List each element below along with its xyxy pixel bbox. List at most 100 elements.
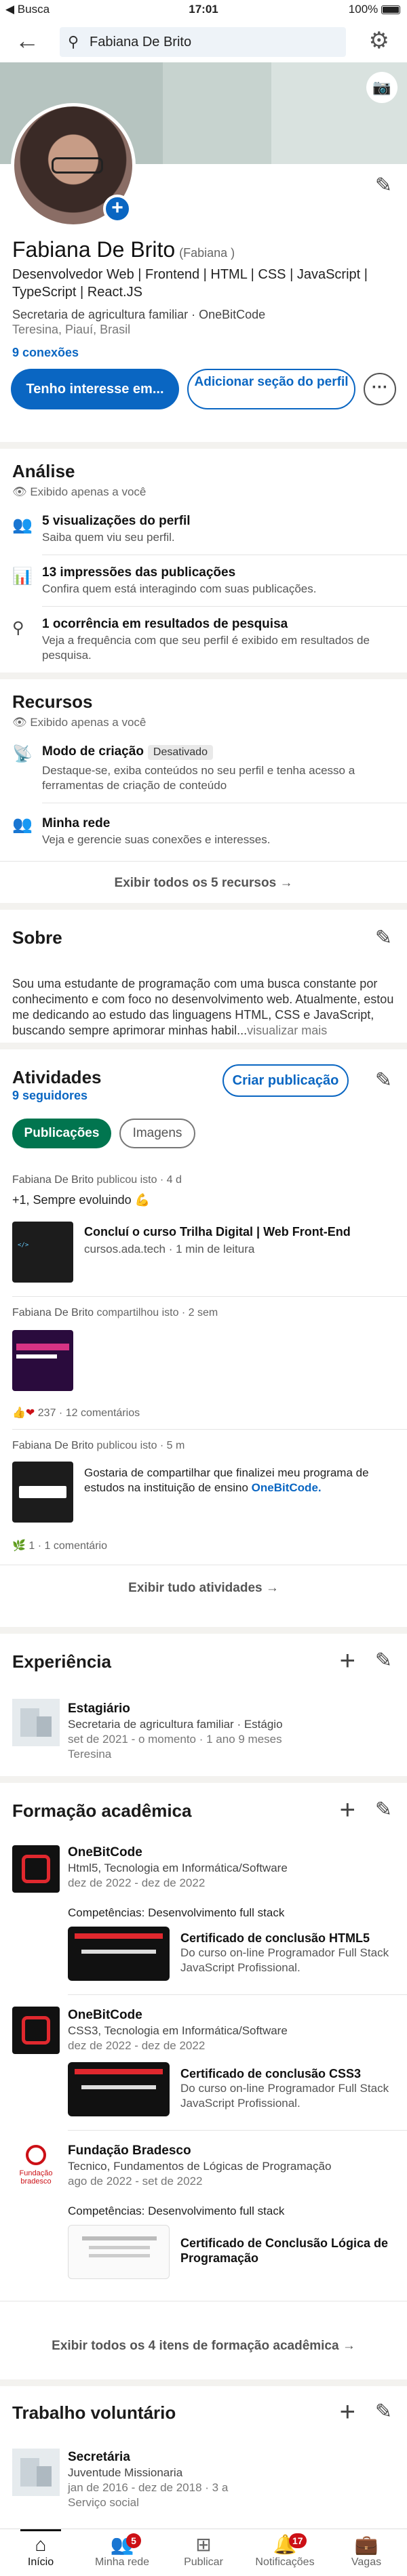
section-title: Formação acadêmica bbox=[12, 1800, 192, 1821]
post-thumbnail[interactable] bbox=[12, 1462, 73, 1523]
search-box[interactable]: ⚲ bbox=[60, 27, 346, 57]
section-title: Atividades bbox=[12, 1067, 102, 1087]
school-name[interactable]: OneBitCode bbox=[68, 2008, 142, 2023]
cert-desc: Do curso on-line Programador Full Stack … bbox=[180, 1946, 389, 1974]
post-meta: Fabiana De Brito compartilhou isto · 2 s… bbox=[12, 1307, 218, 1319]
post-impressions[interactable]: 13 impressões das publicações bbox=[42, 565, 235, 580]
notification-badge: 17 bbox=[289, 2533, 307, 2548]
edit-pencil-icon[interactable]: ✎ bbox=[375, 174, 392, 197]
edit-pencil-icon[interactable]: ✎ bbox=[375, 2400, 392, 2423]
edit-pencil-icon[interactable]: ✎ bbox=[375, 1798, 392, 1822]
add-icon[interactable]: + bbox=[340, 1796, 355, 1824]
my-network[interactable]: Minha rede bbox=[42, 816, 110, 831]
my-network-sub: Veja e gerencie suas conexões e interess… bbox=[42, 833, 271, 846]
edu-dates: ago de 2022 - set de 2022 bbox=[68, 2175, 203, 2188]
school-name[interactable]: OneBitCode bbox=[68, 1845, 142, 1860]
resources-section: Recursos 👁 Exibido apenas a você 📡 Modo … bbox=[0, 679, 407, 903]
education-section: Formação acadêmica + ✎ OneBitCode Html5,… bbox=[0, 1783, 407, 2379]
profile-location: Teresina, Piauí, Brasil bbox=[12, 323, 131, 336]
briefcase-icon: 💼 bbox=[354, 2534, 379, 2555]
search-icon: ⚲ bbox=[12, 619, 24, 637]
private-note: 👁 Exibido apenas a você bbox=[12, 485, 147, 498]
search-appearances[interactable]: 1 ocorrência em resultados de pesquisa bbox=[42, 617, 288, 632]
add-icon[interactable]: + bbox=[340, 2398, 355, 2426]
edu-dates: dez de 2022 - dez de 2022 bbox=[68, 1876, 206, 1889]
creator-mode[interactable]: Modo de criação Desativado bbox=[42, 744, 213, 760]
more-button[interactable]: ··· bbox=[364, 373, 396, 405]
create-post-button[interactable]: Criar publicação bbox=[222, 1064, 349, 1097]
experience-location: Teresina bbox=[68, 1748, 112, 1760]
edit-pencil-icon[interactable]: ✎ bbox=[375, 1649, 392, 1672]
school-logo[interactable] bbox=[12, 2007, 60, 2054]
interest-button[interactable]: Tenho interesse em... bbox=[11, 369, 179, 409]
post-impressions-sub: Confira quem está interagindo com suas p… bbox=[42, 582, 317, 595]
organization-logo[interactable] bbox=[12, 2449, 60, 2496]
school-name[interactable]: Fundação Bradesco bbox=[68, 2144, 191, 2158]
volunteer-org: Juventude Missionaria bbox=[68, 2466, 183, 2479]
volunteer-role[interactable]: Secretária bbox=[68, 2450, 130, 2465]
about-text: Sou uma estudante de programação com uma… bbox=[12, 977, 394, 1037]
school-logo[interactable]: Fundação bradesco bbox=[12, 2142, 60, 2190]
search-appearances-sub: Veja a frequência com que seu perfil é e… bbox=[42, 634, 370, 662]
nav-notifications[interactable]: 🔔 17 Notificações bbox=[244, 2533, 326, 2569]
profile-name: Fabiana De Brito (Fabiana ) bbox=[12, 237, 235, 262]
status-time: 17:01 bbox=[189, 3, 218, 16]
tab-images[interactable]: Imagens bbox=[119, 1119, 195, 1148]
people-icon: 👥 bbox=[12, 816, 33, 834]
battery-icon bbox=[381, 5, 400, 15]
back-arrow-icon[interactable]: ← bbox=[15, 28, 39, 53]
post-thumbnail[interactable]: </> bbox=[12, 1222, 73, 1283]
certificate-thumbnail[interactable] bbox=[68, 2225, 170, 2279]
show-all-activity[interactable]: Exibir tudo atividades → bbox=[0, 1581, 407, 1596]
nav-my-network[interactable]: 👥 5 Minha rede bbox=[81, 2533, 163, 2569]
edit-pencil-icon[interactable]: ✎ bbox=[375, 926, 392, 950]
add-icon[interactable]: + bbox=[340, 1647, 355, 1674]
private-note: 👁 Exibido apenas a você bbox=[12, 716, 147, 729]
cert-title[interactable]: Certificado de Conclusão Lógica de Progr… bbox=[180, 2236, 398, 2266]
cert-title[interactable]: Certificado de conclusão HTML5 bbox=[180, 1931, 398, 1946]
profile-views-sub: Saiba quem viu seu perfil. bbox=[42, 531, 175, 544]
tab-posts[interactable]: Publicações bbox=[12, 1119, 111, 1148]
add-post-icon: ⊞ bbox=[195, 2534, 212, 2555]
certificate-thumbnail[interactable] bbox=[68, 1927, 170, 1981]
section-title: Análise bbox=[12, 461, 75, 481]
cert-title[interactable]: Certificado de conclusão CSS3 bbox=[180, 2066, 398, 2081]
experience-title[interactable]: Estagiário bbox=[68, 1702, 130, 1716]
connections-link[interactable]: 9 conexões bbox=[12, 346, 79, 360]
gear-icon[interactable]: ⚙ bbox=[369, 28, 389, 53]
search-input[interactable] bbox=[90, 33, 334, 52]
show-all-resources[interactable]: Exibir todos os 5 recursos → bbox=[0, 876, 407, 891]
bottom-nav: ⌂ Início 👥 5 Minha rede ⊞ Publicar 🔔 17 … bbox=[0, 2529, 407, 2576]
post-reactions[interactable]: 🌿 1 · 1 comentário bbox=[12, 1539, 107, 1552]
creator-mode-sub: Destaque-se, exiba conteúdos no seu perf… bbox=[42, 764, 355, 792]
see-more-link[interactable]: visualizar mais bbox=[247, 1024, 327, 1037]
nav-post[interactable]: ⊞ Publicar bbox=[163, 2533, 244, 2569]
add-photo-icon[interactable]: + bbox=[103, 195, 132, 223]
nav-jobs[interactable]: 💼 Vagas bbox=[326, 2533, 407, 2569]
post-desc: cursos.ada.tech · 1 min de leitura bbox=[84, 1243, 255, 1255]
top-nav: ← ⚲ ⚙ bbox=[0, 19, 407, 62]
company-logo[interactable] bbox=[12, 1699, 60, 1746]
edit-pencil-icon[interactable]: ✎ bbox=[375, 1068, 392, 1092]
people-icon: 👥 bbox=[110, 2534, 134, 2555]
post-reactions[interactable]: 👍❤ 237 · 12 comentários bbox=[12, 1406, 140, 1420]
post-title[interactable]: Concluí o curso Trilha Digital | Web Fro… bbox=[84, 1224, 396, 1239]
school-logo[interactable] bbox=[12, 1845, 60, 1893]
camera-icon[interactable]: 📷 bbox=[366, 72, 398, 103]
nav-home[interactable]: ⌂ Início bbox=[0, 2529, 81, 2569]
show-all-education[interactable]: Exibir todos os 4 itens de formação acad… bbox=[0, 2339, 407, 2354]
add-section-button[interactable]: Adicionar seção do perfil bbox=[187, 369, 355, 409]
broadcast-icon: 📡 bbox=[12, 745, 33, 763]
followers-link[interactable]: 9 seguidores bbox=[12, 1089, 88, 1103]
certificate-thumbnail[interactable] bbox=[68, 2062, 170, 2116]
skills: Competências: Desenvolvimento full stack bbox=[68, 1906, 285, 1919]
status-badge: Desativado bbox=[147, 745, 213, 760]
post-thumbnail[interactable] bbox=[12, 1330, 73, 1391]
experience-section: Experiência + ✎ Estagiário Secretaria de… bbox=[0, 1634, 407, 1776]
onebitcode-link[interactable]: OneBitCode. bbox=[252, 1481, 322, 1494]
bar-chart-icon: 📊 bbox=[12, 567, 33, 586]
experience-company: Secretaria de agricultura familiar · Est… bbox=[68, 1718, 283, 1731]
section-title: Trabalho voluntário bbox=[12, 2402, 176, 2423]
profile-views[interactable]: 5 visualizações do perfil bbox=[42, 514, 191, 529]
edu-dates: dez de 2022 - dez de 2022 bbox=[68, 2039, 206, 2052]
